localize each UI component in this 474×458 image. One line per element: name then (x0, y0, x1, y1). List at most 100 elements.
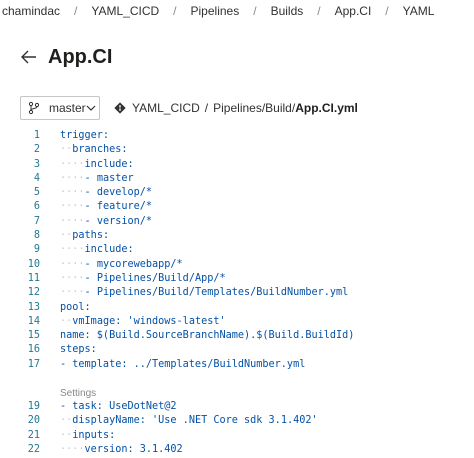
code-content: paths: (72, 230, 110, 242)
code-text: ····- mycorewebapp/* (60, 258, 183, 272)
yaml-editor-continued[interactable]: 19 - task: UseDotNet@2 20 ··displayName: 'U… (0, 400, 474, 457)
code-content: steps: (60, 344, 97, 356)
code-content: - task: UseDotNet@2 (60, 401, 177, 412)
code-content: include: (84, 158, 134, 170)
indent-guide: ···· (60, 172, 85, 184)
branch-picker[interactable]: master (20, 96, 100, 120)
settings-codelens[interactable]: Settings (60, 388, 96, 399)
code-text: ··inputs: (60, 429, 115, 443)
code-content: version: 3.1.402 (84, 443, 183, 455)
breadcrumb-separator: / (253, 4, 257, 18)
code-content: - develop/* (84, 187, 153, 199)
code-text: ····include: (60, 158, 134, 172)
yaml-editor[interactable]: 1 trigger: 2 ··branches: 3 ····include: 4 ····-… (0, 129, 474, 372)
line-number: 3 (33, 158, 40, 170)
title-row: App.CI (0, 40, 474, 74)
breadcrumb-org[interactable]: chamindac (0, 4, 68, 18)
breadcrumb-pipeline[interactable]: App.CI (327, 4, 380, 18)
indent-guide: ···· (60, 272, 85, 284)
code-text: ····- Pipelines/Build/Templates/BuildNum… (60, 286, 348, 300)
code-line[interactable]: 21 ··inputs: (0, 429, 474, 443)
page-title: App.CI (48, 45, 113, 68)
breadcrumb-yaml[interactable]: YAML (395, 4, 443, 18)
code-text: name: $(Build.SourceBranchName).$(Build.… (60, 329, 354, 343)
line-number: 9 (33, 244, 40, 256)
code-text: ····- develop/* (60, 186, 152, 200)
breadcrumb-project[interactable]: YAML_CICD (83, 4, 167, 18)
line-number: 4 (33, 172, 40, 184)
line-number: 7 (33, 215, 40, 227)
code-line[interactable]: 2 ··branches: (0, 143, 474, 157)
code-content: vmImage: 'windows-latest' (72, 315, 226, 327)
breadcrumb-builds[interactable]: Builds (263, 4, 312, 18)
line-number: 20 (27, 415, 40, 427)
code-text: ··displayName: 'Use .NET Core sdk 3.1.40… (60, 414, 318, 428)
code-line[interactable]: 1 trigger: (0, 129, 474, 143)
code-text: ····include: (60, 243, 134, 257)
code-line[interactable]: 6 ····- feature/* (0, 200, 474, 214)
code-content: name: $(Build.SourceBranchName).$(Build.… (60, 330, 355, 342)
chevron-down-icon (86, 101, 96, 115)
line-number: 13 (27, 301, 40, 313)
breadcrumb-separator: / (385, 4, 389, 18)
code-text: pool: (60, 301, 91, 315)
code-line[interactable]: 17 - template: ../Templates/BuildNumber.y… (0, 358, 474, 372)
code-content: - version/* (84, 215, 153, 227)
back-arrow-icon[interactable] (20, 48, 38, 66)
indent-guide: ···· (60, 244, 85, 256)
code-text: - task: UseDotNet@2 (60, 400, 177, 414)
file-directory[interactable]: Pipelines/Build/ (213, 101, 295, 115)
code-line[interactable]: 14 ··vmImage: 'windows-latest' (0, 315, 474, 329)
code-line[interactable]: 13 pool: (0, 301, 474, 315)
line-number: 21 (27, 429, 40, 441)
breadcrumb: chamindac / YAML_CICD / Pipelines / Buil… (0, 0, 474, 22)
code-line[interactable]: 19 - task: UseDotNet@2 (0, 400, 474, 414)
code-text: ····- Pipelines/Build/App/* (60, 272, 226, 286)
breadcrumb-pipelines[interactable]: Pipelines (183, 4, 248, 18)
breadcrumb-separator: / (74, 4, 78, 18)
code-content: - Pipelines/Build/App/* (84, 272, 226, 284)
line-number: 8 (33, 230, 40, 242)
line-number: 16 (27, 344, 40, 356)
line-number: 10 (27, 258, 40, 270)
code-text: steps: (60, 343, 97, 357)
indent-guide: ·· (60, 415, 73, 427)
code-line[interactable]: 11 ····- Pipelines/Build/App/* (0, 272, 474, 286)
code-line[interactable]: 22 ····version: 3.1.402 (0, 443, 474, 457)
file-name: App.CI.yml (295, 101, 358, 115)
breadcrumb-separator: / (317, 4, 321, 18)
code-text: - template: ../Templates/BuildNumber.yml (60, 358, 305, 372)
indent-guide: ···· (60, 158, 85, 170)
line-number: 5 (33, 187, 40, 199)
code-line[interactable]: 20 ··displayName: 'Use .NET Core sdk 3.1.… (0, 414, 474, 428)
code-line[interactable]: 5 ····- develop/* (0, 186, 474, 200)
code-line[interactable]: 7 ····- version/* (0, 215, 474, 229)
code-content: - master (84, 172, 134, 184)
line-number: 1 (33, 130, 40, 141)
code-content: - feature/* (84, 201, 153, 213)
code-content: - template: ../Templates/BuildNumber.yml (60, 358, 306, 370)
code-line[interactable]: 8 ··paths: (0, 229, 474, 243)
code-line[interactable]: 15 name: $(Build.SourceBranchName).$(Buil… (0, 329, 474, 343)
repo-name-link[interactable]: YAML_CICD (132, 101, 200, 115)
line-number: 17 (27, 358, 40, 370)
branch-name: master (49, 101, 86, 115)
indent-guide: ···· (60, 443, 85, 455)
code-line[interactable]: 10 ····- mycorewebapp/* (0, 258, 474, 272)
indent-guide: ·· (60, 230, 73, 242)
code-line[interactable]: 9 ····include: (0, 243, 474, 257)
code-text: ····- version/* (60, 215, 152, 229)
code-content: pool: (60, 301, 91, 313)
line-number: 22 (27, 443, 40, 455)
code-text: ····version: 3.1.402 (60, 443, 183, 457)
line-number: 12 (27, 287, 40, 299)
code-line[interactable]: 4 ····- master (0, 172, 474, 186)
indent-guide: ·· (60, 315, 73, 327)
code-content: trigger: (60, 130, 110, 141)
line-number: 19 (27, 401, 40, 412)
code-content: include: (84, 244, 134, 256)
code-line[interactable]: 16 steps: (0, 343, 474, 357)
line-number: 15 (27, 330, 40, 342)
code-line[interactable]: 12 ····- Pipelines/Build/Templates/BuildN… (0, 286, 474, 300)
code-line[interactable]: 3 ····include: (0, 158, 474, 172)
